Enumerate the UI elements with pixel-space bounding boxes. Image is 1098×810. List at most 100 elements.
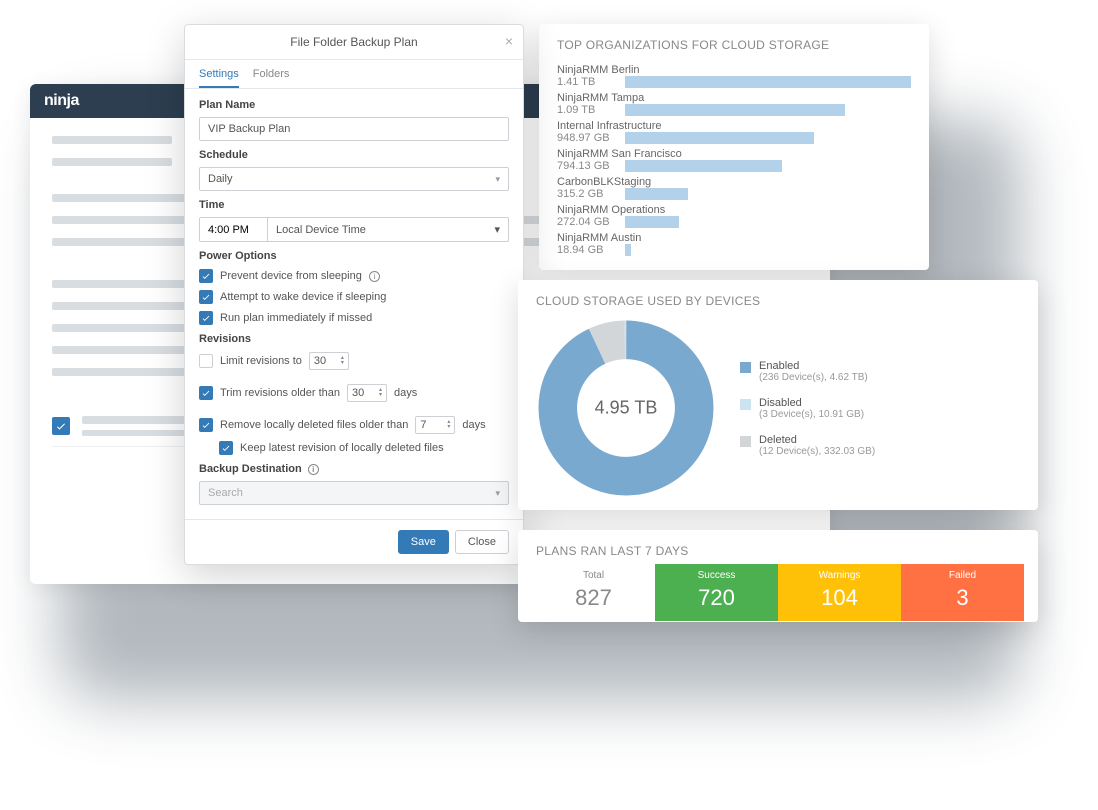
plans-total-value: 827: [532, 585, 655, 611]
caret-down-icon: ▾: [494, 223, 500, 236]
prevent-sleep-label: Prevent device from sleeping: [220, 270, 362, 282]
org-name: NinjaRMM San Francisco: [557, 148, 911, 160]
org-size: 315.2 GB: [557, 188, 615, 200]
plans-total-label: Total: [532, 570, 655, 581]
modal-tabs: Settings Folders: [185, 60, 523, 89]
org-size: 1.41 TB: [557, 76, 615, 88]
modal-title: File Folder Backup Plan: [290, 35, 417, 49]
tab-settings[interactable]: Settings: [199, 68, 239, 88]
time-label: Time: [199, 199, 509, 211]
cloud-storage-title: CLOUD STORAGE USED BY DEVICES: [518, 280, 1038, 318]
org-size: 18.94 GB: [557, 244, 615, 256]
days-label-2: days: [462, 419, 485, 431]
brand-logo: ninja: [44, 92, 79, 110]
plans-warn-label: Warnings: [778, 570, 901, 581]
legend-label: Enabled: [759, 360, 868, 372]
limit-revisions-checkbox[interactable]: [199, 354, 213, 368]
cloud-storage-panel: CLOUD STORAGE USED BY DEVICES 4.95 TB En…: [518, 280, 1038, 510]
plans-warn-value: 104: [778, 585, 901, 611]
tab-folders[interactable]: Folders: [253, 68, 290, 88]
run-missed-label: Run plan immediately if missed: [220, 312, 372, 324]
wake-device-label: Attempt to wake device if sleeping: [220, 291, 386, 303]
destination-label: Backup Destination: [199, 463, 302, 475]
legend-swatch: [740, 436, 751, 447]
org-row: Internal Infrastructure 948.97 GB: [539, 118, 929, 146]
plans-total-cell: Total 827: [532, 564, 655, 621]
org-name: NinjaRMM Tampa: [557, 92, 911, 104]
limit-revisions-input[interactable]: 30▴▾: [309, 352, 349, 370]
org-row: NinjaRMM Austin 18.94 GB: [539, 230, 929, 258]
days-label: days: [394, 387, 417, 399]
org-size: 272.04 GB: [557, 216, 615, 228]
trim-revisions-input[interactable]: 30▴▾: [347, 384, 387, 402]
org-name: NinjaRMM Operations: [557, 204, 911, 216]
power-options-label: Power Options: [199, 250, 509, 262]
org-bar: [625, 76, 911, 88]
modal-header: File Folder Backup Plan ×: [185, 25, 523, 60]
remove-local-checkbox[interactable]: [199, 418, 213, 432]
top-orgs-title: TOP ORGANIZATIONS FOR CLOUD STORAGE: [539, 24, 929, 62]
org-bar: [625, 104, 845, 116]
plans-warn-cell: Warnings 104: [778, 564, 901, 621]
org-row: NinjaRMM Operations 272.04 GB: [539, 202, 929, 230]
org-name: NinjaRMM Austin: [557, 232, 911, 244]
plan-name-label: Plan Name: [199, 99, 509, 111]
plans-fail-cell: Failed 3: [901, 564, 1024, 621]
top-orgs-panel: TOP ORGANIZATIONS FOR CLOUD STORAGE Ninj…: [539, 24, 929, 270]
chevron-down-icon: ▾: [495, 488, 500, 499]
keep-latest-label: Keep latest revision of locally deleted …: [240, 442, 444, 454]
plans-fail-value: 3: [901, 585, 1024, 611]
org-bar: [625, 216, 679, 228]
prevent-sleep-checkbox[interactable]: [199, 269, 213, 283]
run-missed-checkbox[interactable]: [199, 311, 213, 325]
donut-center-label: 4.95 TB: [595, 398, 658, 419]
wake-device-checkbox[interactable]: [199, 290, 213, 304]
plans-ran-title: PLANS RAN LAST 7 DAYS: [518, 530, 1038, 564]
donut-legend: Enabled (236 Device(s), 4.62 TB) Disable…: [740, 360, 875, 457]
org-name: NinjaRMM Berlin: [557, 64, 911, 76]
remove-local-input[interactable]: 7▴▾: [415, 416, 455, 434]
destination-select[interactable]: Search ▾: [199, 481, 509, 505]
plans-ran-panel: PLANS RAN LAST 7 DAYS Total 827 Success …: [518, 530, 1038, 622]
org-bar: [625, 188, 688, 200]
org-size: 948.97 GB: [557, 132, 615, 144]
legend-label: Deleted: [759, 434, 875, 446]
checkbox-icon: [52, 417, 70, 435]
keep-latest-checkbox[interactable]: [219, 441, 233, 455]
schedule-select[interactable]: Daily ▾: [199, 167, 509, 191]
plan-name-input[interactable]: [199, 117, 509, 141]
org-row: CarbonBLKStaging 315.2 GB: [539, 174, 929, 202]
remove-local-label: Remove locally deleted files older than: [220, 419, 408, 431]
timezone-select[interactable]: Local Device Time ▾: [268, 218, 508, 241]
close-icon[interactable]: ×: [505, 33, 513, 49]
donut-chart: 4.95 TB: [536, 318, 716, 498]
legend-sub: (236 Device(s), 4.62 TB): [759, 372, 868, 383]
trim-revisions-checkbox[interactable]: [199, 386, 213, 400]
limit-revisions-label: Limit revisions to: [220, 355, 302, 367]
org-name: Internal Infrastructure: [557, 120, 911, 132]
legend-swatch: [740, 399, 751, 410]
close-button[interactable]: Close: [455, 530, 509, 554]
chevron-down-icon: ▾: [495, 174, 500, 185]
org-size: 1.09 TB: [557, 104, 615, 116]
legend-label: Disabled: [759, 397, 864, 409]
legend-row: Deleted (12 Device(s), 332.03 GB): [740, 434, 875, 457]
plans-success-value: 720: [655, 585, 778, 611]
info-icon[interactable]: i: [308, 464, 319, 475]
legend-sub: (12 Device(s), 332.03 GB): [759, 446, 875, 457]
time-input[interactable]: [200, 218, 268, 241]
trim-revisions-label: Trim revisions older than: [220, 387, 340, 399]
plans-success-label: Success: [655, 570, 778, 581]
save-button[interactable]: Save: [398, 530, 449, 554]
org-bar: [625, 160, 782, 172]
plans-fail-label: Failed: [901, 570, 1024, 581]
legend-swatch: [740, 362, 751, 373]
org-bar: [625, 132, 814, 144]
schedule-value: Daily: [208, 173, 232, 185]
revisions-label: Revisions: [199, 333, 509, 345]
schedule-label: Schedule: [199, 149, 509, 161]
org-name: CarbonBLKStaging: [557, 176, 911, 188]
legend-row: Enabled (236 Device(s), 4.62 TB): [740, 360, 875, 383]
org-row: NinjaRMM Berlin 1.41 TB: [539, 62, 929, 90]
info-icon[interactable]: i: [369, 271, 380, 282]
